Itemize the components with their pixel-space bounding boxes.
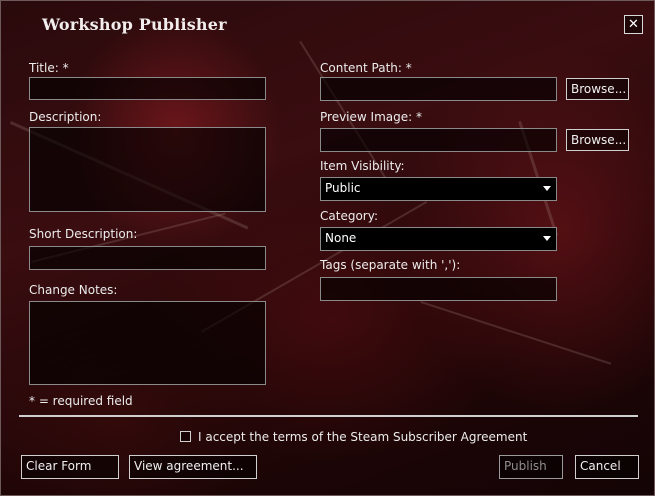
content-path-label: Content Path: * — [320, 61, 412, 75]
preview-image-input[interactable] — [320, 128, 557, 152]
category-select[interactable]: None — [320, 227, 557, 251]
tags-label: Tags (separate with ','): — [320, 258, 461, 272]
category-label: Category: — [320, 209, 378, 223]
close-icon[interactable]: ✕ — [624, 15, 643, 34]
item-visibility-label: Item Visibility: — [320, 159, 405, 173]
workshop-publisher-dialog: Workshop Publisher ✕ Title: * Descriptio… — [0, 0, 655, 496]
short-description-label: Short Description: — [29, 227, 138, 241]
tags-input[interactable] — [320, 277, 557, 301]
chevron-down-icon — [543, 236, 551, 241]
content-path-input[interactable] — [320, 77, 557, 101]
view-agreement-button[interactable]: View agreement... — [129, 455, 257, 479]
browse-preview-button[interactable]: Browse... — [566, 129, 629, 151]
agreement-text: I accept the terms of the Steam Subscrib… — [198, 430, 528, 444]
clear-form-button[interactable]: Clear Form — [21, 455, 119, 479]
description-textarea[interactable] — [29, 127, 266, 212]
divider — [19, 415, 638, 417]
item-visibility-select[interactable]: Public — [320, 177, 557, 201]
browse-content-button[interactable]: Browse... — [566, 78, 629, 100]
cancel-button[interactable]: Cancel — [575, 455, 639, 479]
short-description-input[interactable] — [29, 246, 266, 270]
title-label: Title: * — [29, 61, 69, 75]
preview-image-label: Preview Image: * — [320, 110, 422, 124]
publish-button[interactable]: Publish — [499, 455, 563, 479]
change-notes-textarea[interactable] — [29, 301, 266, 385]
change-notes-label: Change Notes: — [29, 283, 118, 297]
window-title: Workshop Publisher — [42, 15, 227, 34]
chevron-down-icon — [543, 186, 551, 191]
item-visibility-value: Public — [325, 181, 361, 195]
description-label: Description: — [29, 110, 102, 124]
required-field-note: * = required field — [29, 394, 133, 408]
agreement-checkbox[interactable] — [180, 431, 191, 442]
category-value: None — [325, 231, 357, 245]
title-input[interactable] — [29, 77, 266, 100]
